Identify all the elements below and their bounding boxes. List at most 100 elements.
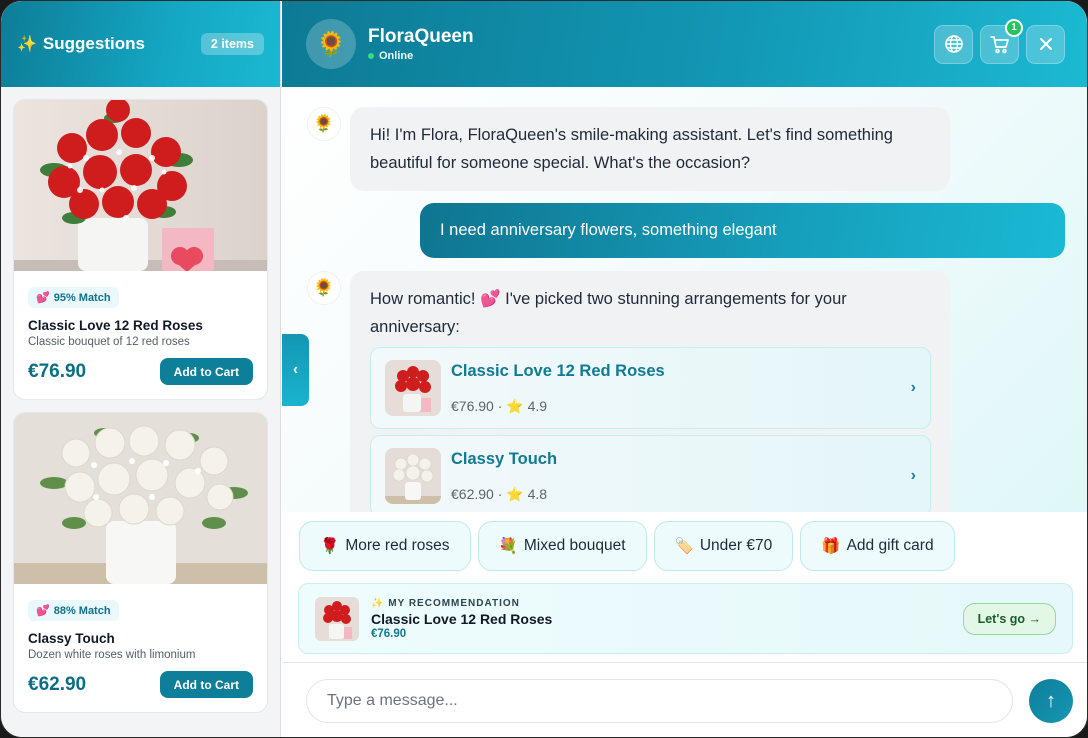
bot-avatar: 🌻 <box>307 271 341 305</box>
brand-avatar: 🌻 <box>306 19 356 69</box>
chevron-right-icon: › <box>910 467 916 484</box>
bot-avatar: 🌻 <box>307 107 341 141</box>
add-to-cart-button[interactable]: Add to Cart <box>159 671 253 698</box>
price-tag-icon: 🏷️ <box>674 537 694 555</box>
app-window: ✨ Suggestions 2 items 💕 95% Match Classi… <box>0 0 1088 738</box>
chip-label: Add gift card <box>846 537 934 554</box>
online-status: Online <box>368 50 474 62</box>
recommendation-card[interactable]: Classic Love 12 Red Roses €76.90 · ⭐ 4.9… <box>370 347 931 429</box>
chat-panel: 🌻 FloraQueen Online 1 🌻 Hi! I'm Flora, F… <box>282 1 1087 737</box>
rose-icon: 🌹 <box>320 537 340 555</box>
match-badge: 💕 95% Match <box>28 287 119 308</box>
match-badge: 💕 88% Match <box>28 600 119 621</box>
status-text: Online <box>379 50 414 62</box>
close-icon <box>1039 38 1052 50</box>
cart-button[interactable]: 1 <box>980 18 1023 64</box>
chip-more-red-roses[interactable]: 🌹 More red roses <box>299 521 471 571</box>
match-text: 88% Match <box>53 604 111 617</box>
globe-icon <box>944 35 963 53</box>
recommendation-bar: ✨ MY RECOMMENDATION Classic Love 12 Red … <box>298 583 1073 654</box>
red-roses-image <box>14 100 267 271</box>
bot-bubble-text: How romantic! 💕 I've picked two stunning… <box>370 290 847 336</box>
sparkles-icon: ✨ <box>371 597 385 609</box>
message-input[interactable] <box>306 679 1013 723</box>
sidebar-header: ✨ Suggestions 2 items <box>1 1 280 87</box>
hearts-icon: 💕 <box>36 605 50 617</box>
chip-add-gift-card[interactable]: 🎁 Add gift card <box>800 521 955 571</box>
price-row: €62.90 Add to Cart <box>28 671 253 698</box>
add-to-cart-button[interactable]: Add to Cart <box>159 358 253 385</box>
product-card[interactable]: 💕 95% Match Classic Love 12 Red Roses Cl… <box>13 99 268 400</box>
recommendation-price: €76.90 <box>371 627 407 640</box>
language-button[interactable] <box>934 24 973 64</box>
product-name: Classic Love 12 Red Roses <box>28 318 203 333</box>
close-button[interactable] <box>1026 24 1065 64</box>
recommendation-meta: €62.90 · ⭐ 4.8 <box>451 485 548 502</box>
arrow-up-icon: ↑ <box>1046 689 1056 712</box>
recommendation-kicker: ✨ MY RECOMMENDATION <box>371 598 552 609</box>
recommendation-rating: 4.9 <box>527 397 548 414</box>
product-name: Classy Touch <box>28 631 115 646</box>
red-roses-thumbnail <box>385 360 441 416</box>
recommendation-meta: €76.90 · ⭐ 4.9 <box>451 397 548 414</box>
header-actions: 1 <box>934 18 1065 64</box>
product-description: Dozen white roses with limonium <box>28 649 196 661</box>
chip-label: More red roses <box>345 537 450 554</box>
recommendation-price: €62.90 <box>451 485 494 502</box>
recommendation-rating: 4.8 <box>527 485 548 502</box>
product-price: €62.90 <box>28 673 87 695</box>
star-icon: ⭐ <box>506 485 524 502</box>
recommendation-name: Classic Love 12 Red Roses <box>371 610 553 627</box>
match-text: 95% Match <box>53 291 111 304</box>
chip-under-70[interactable]: 🏷️ Under €70 <box>653 521 794 571</box>
lets-go-button[interactable]: Let's go → <box>962 602 1056 635</box>
red-roses-thumbnail <box>315 596 359 641</box>
price-row: €76.90 Add to Cart <box>28 358 253 385</box>
brand-name: FloraQueen <box>368 26 474 47</box>
bot-message: 🌻 How romantic! 💕 I've picked two stunni… <box>307 271 950 512</box>
recommendation-bar-info: ✨ MY RECOMMENDATION Classic Love 12 Red … <box>371 598 552 640</box>
recommendation-card[interactable]: Classy Touch €62.90 · ⭐ 4.8 › <box>370 435 931 512</box>
message-list[interactable]: 🌻 Hi! I'm Flora, FloraQueen's smile-maki… <box>282 87 1087 512</box>
message-composer: ↑ <box>282 662 1087 737</box>
sidebar-title: ✨ Suggestions <box>17 34 145 54</box>
items-count-badge: 2 items <box>200 33 264 55</box>
hearts-icon: 💕 <box>36 292 50 304</box>
kicker-text: MY RECOMMENDATION <box>388 597 520 609</box>
cart-icon <box>990 35 1009 53</box>
recommendation-info: Classic Love 12 Red Roses €76.90 · ⭐ 4.9 <box>451 357 665 420</box>
user-bubble: I need anniversary flowers, something el… <box>420 203 1065 258</box>
star-icon: ⭐ <box>506 397 524 414</box>
chat-header: 🌻 FloraQueen Online 1 <box>282 1 1087 87</box>
chip-label: Under €70 <box>699 537 773 554</box>
product-card[interactable]: 💕 88% Match Classy Touch Dozen white ros… <box>13 412 268 713</box>
collapse-sidebar-button[interactable]: ‹ <box>282 334 309 406</box>
white-roses-thumbnail <box>385 448 441 504</box>
product-list: 💕 95% Match Classic Love 12 Red Roses Cl… <box>1 87 280 713</box>
product-body: 💕 95% Match Classic Love 12 Red Roses Cl… <box>14 271 267 399</box>
product-body: 💕 88% Match Classy Touch Dozen white ros… <box>14 584 267 712</box>
product-description: Classic bouquet of 12 red roses <box>28 336 190 348</box>
chip-label: Mixed bouquet <box>523 537 626 554</box>
bot-bubble: How romantic! 💕 I've picked two stunning… <box>350 271 950 512</box>
sparkles-icon: ✨ <box>17 36 37 53</box>
sidebar-title-text: Suggestions <box>42 34 145 53</box>
recommendation-price: €76.90 <box>451 397 494 414</box>
chip-mixed-bouquet[interactable]: 💐 Mixed bouquet <box>477 521 647 571</box>
recommendation-info: Classy Touch €62.90 · ⭐ 4.8 <box>451 445 557 508</box>
cart-count-badge: 1 <box>1005 18 1023 37</box>
bot-message: 🌻 Hi! I'm Flora, FloraQueen's smile-maki… <box>307 107 950 191</box>
chevron-left-icon: ‹ <box>292 361 299 378</box>
white-roses-image <box>14 413 267 584</box>
chevron-right-icon: › <box>910 379 916 396</box>
quick-replies: 🌹 More red roses 💐 Mixed bouquet 🏷️ Unde… <box>299 521 955 571</box>
send-button[interactable]: ↑ <box>1029 679 1073 723</box>
gift-icon: 🎁 <box>821 537 841 555</box>
suggestions-sidebar: ✨ Suggestions 2 items 💕 95% Match Classi… <box>1 1 281 737</box>
bouquet-icon: 💐 <box>498 537 518 555</box>
bot-bubble: Hi! I'm Flora, FloraQueen's smile-making… <box>350 107 950 191</box>
recommendation-name: Classy Touch <box>451 449 558 468</box>
user-message: I need anniversary flowers, something el… <box>420 203 1065 258</box>
online-dot-icon <box>368 53 374 59</box>
recommendation-name: Classic Love 12 Red Roses <box>451 361 665 380</box>
